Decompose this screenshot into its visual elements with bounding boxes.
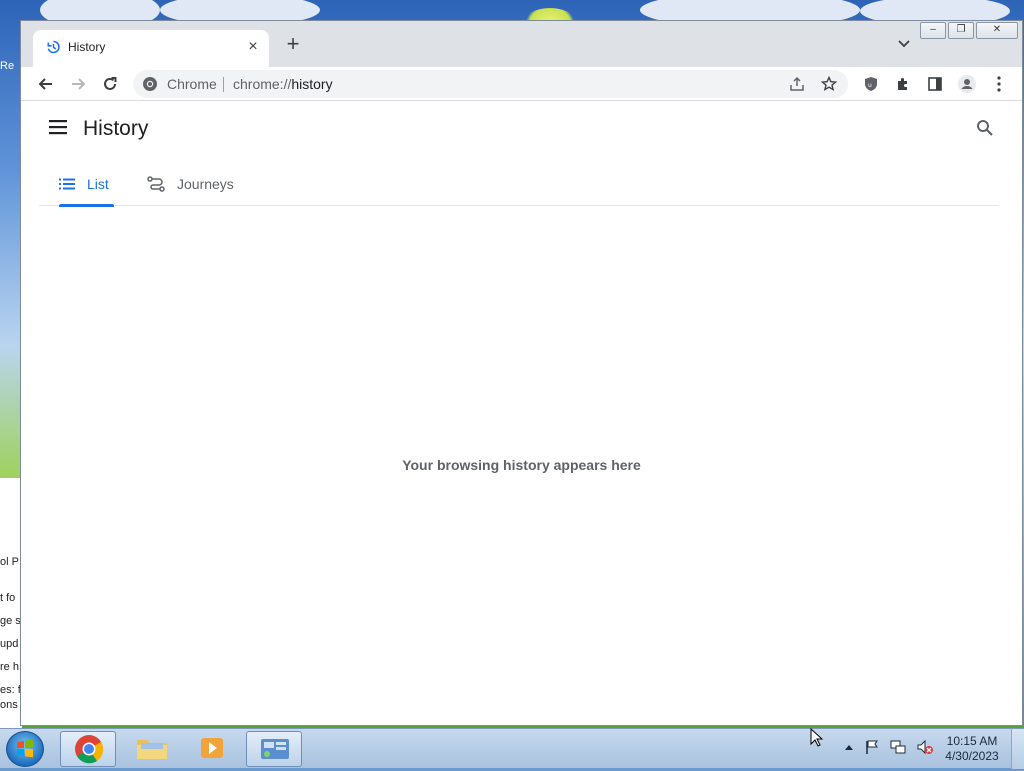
minimize-button[interactable]: – [920,22,946,39]
desktop-icon-label: Re [0,60,15,72]
forward-icon[interactable] [68,74,88,94]
toolbar: Chrome chrome://history u [21,67,1022,101]
empty-history-message: Your browsing history appears here [402,457,641,473]
network-icon[interactable] [890,739,906,755]
taskbar-media-player[interactable] [184,731,240,767]
system-tray [844,739,934,755]
background-text-fragment: ons [0,699,18,711]
mouse-cursor-icon [810,728,824,747]
taskbar-chrome[interactable] [60,731,116,767]
share-icon[interactable] [787,74,807,94]
url-path: history [291,76,333,92]
tab-history[interactable]: History × [33,30,269,67]
chrome-site-icon [143,77,157,91]
ublock-shield-icon[interactable]: u [861,74,881,94]
background-text-fragment: re h [0,661,19,673]
history-tabs: List Journeys [39,163,999,207]
list-icon [59,178,75,190]
taskbar: 10:15 AM 4/30/2023 [0,728,1024,769]
new-tab-button[interactable]: + [283,33,303,55]
extensions-puzzle-icon[interactable] [893,74,913,94]
clock-date: 4/30/2023 [945,749,999,763]
restore-button[interactable]: ❐ [948,22,974,39]
volume-muted-icon[interactable] [916,739,934,755]
show-hidden-icons-icon[interactable] [844,743,854,751]
background-text-fragment: ge s [0,615,21,627]
page-title: History [83,117,149,140]
windows-logo-icon [17,739,33,758]
show-desktop-button[interactable] [1011,729,1024,769]
clock-time: 10:15 AM [946,734,998,748]
bookmark-star-icon[interactable] [819,74,839,94]
taskbar-control-panel[interactable] [246,731,302,767]
tab-list-label: List [87,176,109,192]
chrome-logo-icon [75,735,104,764]
omnibox-divider [223,77,224,92]
tab-journeys[interactable]: Journeys [147,163,234,205]
url-text[interactable]: chrome://history [233,76,333,92]
background-text-fragment: upd [0,638,19,650]
chrome-menu-kebab-icon[interactable] [989,74,1009,94]
history-page: History List Journeys Your browsing hist… [21,101,1022,725]
taskbar-file-explorer[interactable] [124,731,180,767]
tab-title: History [68,40,106,54]
history-icon [47,40,60,54]
background-text-fragment: t fo [0,592,16,604]
selected-tab-indicator [59,204,114,207]
url-scheme: chrome:// [233,76,292,92]
address-bar[interactable]: Chrome chrome://history [133,70,848,98]
svg-text:u: u [868,82,872,89]
journeys-icon [147,176,165,192]
tab-search-chevron-icon[interactable] [897,38,911,50]
close-tab-icon[interactable]: × [245,39,261,55]
back-icon[interactable] [36,74,56,94]
side-panel-icon[interactable] [925,74,945,94]
reload-icon[interactable] [100,74,120,94]
control-panel-icon [261,739,289,759]
background-text-fragment: es: f [0,684,21,696]
action-center-flag-icon[interactable] [864,739,880,755]
start-button[interactable] [6,731,44,767]
folder-icon [137,740,167,759]
window-controls: – ❐ ✕ [920,22,1018,39]
tab-strip: History × + – ❐ ✕ [21,21,1022,67]
tab-list[interactable]: List [59,163,109,205]
search-history-icon[interactable] [976,119,994,137]
site-chip-label: Chrome [167,76,217,92]
media-player-icon [201,738,223,758]
system-clock[interactable]: 10:15 AM 4/30/2023 [940,734,1004,764]
chrome-window: History × + – ❐ ✕ Chrome chrome://histor… [20,20,1023,726]
background-text-fragment: ol P [0,556,19,568]
tab-journeys-label: Journeys [177,176,234,192]
close-window-button[interactable]: ✕ [976,22,1018,39]
profile-avatar-icon[interactable] [957,74,977,94]
hamburger-menu-icon[interactable] [49,119,67,135]
